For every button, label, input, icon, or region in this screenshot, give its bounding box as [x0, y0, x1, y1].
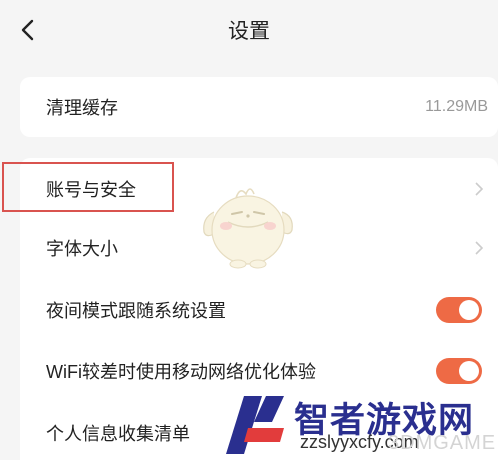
watermark-logo-icon	[226, 396, 284, 454]
night-mode-toggle[interactable]	[436, 297, 482, 323]
night-mode-label: 夜间模式跟随系统设置	[46, 301, 226, 321]
cache-size-value: 11.29MB	[425, 98, 488, 115]
header: 设置	[0, 0, 498, 60]
chevron-right-icon	[475, 182, 484, 196]
mascot-icon	[203, 188, 293, 269]
personal-info-label: 个人信息收集清单	[46, 424, 190, 444]
wifi-optimize-toggle[interactable]	[436, 358, 482, 384]
clear-cache-row[interactable]: 清理缓存 11.29MB	[20, 76, 498, 138]
chevron-right-icon	[475, 241, 484, 255]
watermark-brand: 3DMGAME	[388, 432, 497, 454]
clear-cache-label: 清理缓存	[46, 98, 118, 118]
night-mode-row: 夜间模式跟随系统设置	[20, 279, 498, 341]
page-title: 设置	[228, 20, 270, 43]
font-size-label: 字体大小	[46, 239, 118, 259]
cache-card: 清理缓存 11.29MB	[20, 77, 498, 137]
toggle-knob	[459, 300, 479, 320]
toggle-knob	[459, 361, 479, 381]
highlight-box	[2, 162, 174, 212]
wifi-optimize-label: WiFi较差时使用移动网络优化体验	[46, 362, 316, 382]
